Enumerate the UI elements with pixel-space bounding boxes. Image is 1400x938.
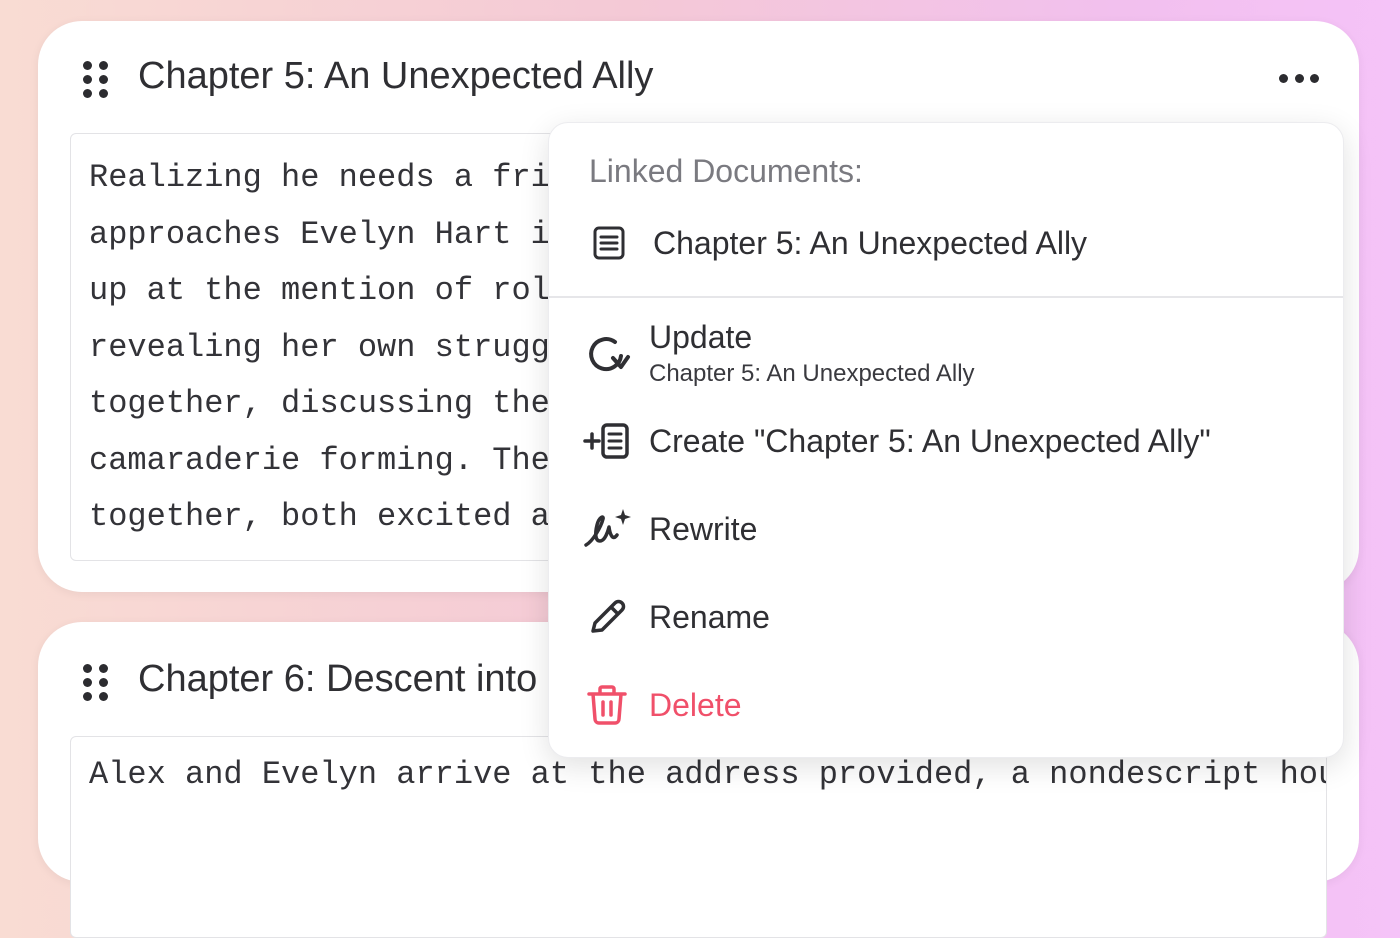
create-document-menu-item[interactable]: Create "Chapter 5: An Unexpected Ally" bbox=[583, 417, 1323, 465]
ai-rewrite-icon bbox=[584, 509, 631, 547]
menu-divider bbox=[549, 296, 1343, 298]
rename-label: Rename bbox=[649, 598, 770, 635]
create-document-label: Create "Chapter 5: An Unexpected Ally" bbox=[649, 422, 1211, 459]
rewrite-label: Rewrite bbox=[649, 510, 758, 547]
chapter-options-menu: Linked Documents: Chapter 5: An Unexpect… bbox=[548, 122, 1344, 758]
linked-documents-heading: Linked Documents: bbox=[589, 153, 863, 189]
linked-document-item[interactable]: Chapter 5: An Unexpected Ally bbox=[589, 215, 1323, 271]
chapter-title[interactable]: Chapter 6: Descent into bbox=[138, 658, 537, 701]
rewrite-menu-item[interactable]: Rewrite bbox=[583, 505, 1323, 553]
update-menu-item[interactable]: Update Chapter 5: An Unexpected Ally bbox=[583, 319, 1323, 388]
update-label: Update bbox=[649, 319, 753, 355]
refresh-icon bbox=[589, 336, 630, 371]
document-icon bbox=[593, 226, 625, 260]
trash-icon bbox=[587, 685, 627, 725]
update-sublabel: Chapter 5: An Unexpected Ally bbox=[649, 360, 975, 387]
pencil-icon bbox=[591, 599, 626, 633]
rename-menu-item[interactable]: Rename bbox=[583, 593, 1323, 641]
more-options-icon[interactable] bbox=[1279, 71, 1319, 85]
chapter-title[interactable]: Chapter 5: An Unexpected Ally bbox=[138, 55, 653, 98]
add-document-icon bbox=[583, 423, 629, 459]
drag-handle-icon[interactable] bbox=[83, 664, 109, 701]
chapter-summary[interactable]: Alex and Evelyn arrive at the address pr… bbox=[70, 736, 1327, 938]
drag-handle-icon[interactable] bbox=[83, 61, 109, 98]
delete-menu-item[interactable]: Delete bbox=[583, 681, 1323, 729]
delete-label: Delete bbox=[649, 686, 742, 723]
linked-document-label: Chapter 5: An Unexpected Ally bbox=[653, 224, 1088, 261]
